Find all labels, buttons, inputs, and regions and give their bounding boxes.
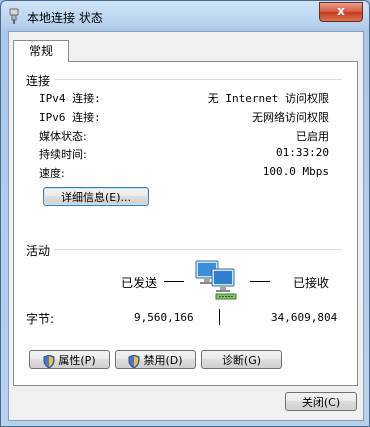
- received-line: [250, 281, 270, 282]
- connection-divider: [54, 79, 342, 80]
- network-computers-icon: [194, 255, 244, 305]
- window-close-button[interactable]: x: [319, 2, 363, 22]
- ipv6-value: 无网络访问权限: [252, 111, 329, 124]
- diagnose-button[interactable]: 诊断(G): [201, 350, 282, 369]
- uac-shield-icon: [128, 353, 140, 369]
- ipv4-label: IPv4 连接:: [39, 92, 101, 105]
- close-button[interactable]: 关闭(C): [285, 392, 357, 411]
- network-connection-icon: [7, 8, 21, 24]
- media-state-label: 媒体状态:: [39, 130, 87, 143]
- duration-label: 持续时间:: [39, 148, 87, 161]
- connection-group-label: 连接: [26, 74, 51, 88]
- received-bytes-value: 34,609,804: [271, 311, 338, 324]
- disable-button-label: 禁用(D): [143, 354, 183, 367]
- bytes-label: 字节:: [26, 312, 55, 326]
- title-bar[interactable]: 本地连接 状态 x: [1, 1, 369, 31]
- activity-group-label: 活动: [26, 244, 51, 258]
- properties-button-label: 属性(P): [58, 354, 96, 367]
- sent-bytes-value: 9,560,166: [134, 311, 194, 324]
- uac-shield-icon: [43, 353, 55, 369]
- activity-divider: [54, 249, 342, 250]
- sent-line: [164, 281, 184, 282]
- speed-label: 速度:: [39, 167, 65, 180]
- general-tab-panel: 连接 IPv4 连接: 无 Internet 访问权限 IPv6 连接: 无网络…: [13, 61, 358, 386]
- ipv6-label: IPv6 连接:: [39, 111, 101, 124]
- properties-button[interactable]: 属性(P): [29, 350, 110, 369]
- speed-value: 100.0 Mbps: [262, 165, 329, 178]
- status-dialog: 本地连接 状态 x 常规 连接 IPv4 连接: 无 Internet 访问权限…: [0, 0, 370, 427]
- sent-label: 已发送: [121, 276, 158, 290]
- dialog-client-area: 常规 连接 IPv4 连接: 无 Internet 访问权限 IPv6 连接: …: [8, 31, 364, 421]
- disable-button[interactable]: 禁用(D): [115, 350, 196, 369]
- ipv4-value: 无 Internet 访问权限: [207, 92, 329, 105]
- details-button[interactable]: 详细信息(E)...: [43, 187, 149, 206]
- media-state-value: 已启用: [296, 130, 329, 143]
- activity-divider-line: [219, 309, 220, 325]
- window-title: 本地连接 状态: [27, 11, 103, 25]
- received-label: 已接收: [293, 276, 330, 290]
- duration-value: 01:33:20: [276, 146, 329, 159]
- tab-general[interactable]: 常规: [13, 40, 69, 62]
